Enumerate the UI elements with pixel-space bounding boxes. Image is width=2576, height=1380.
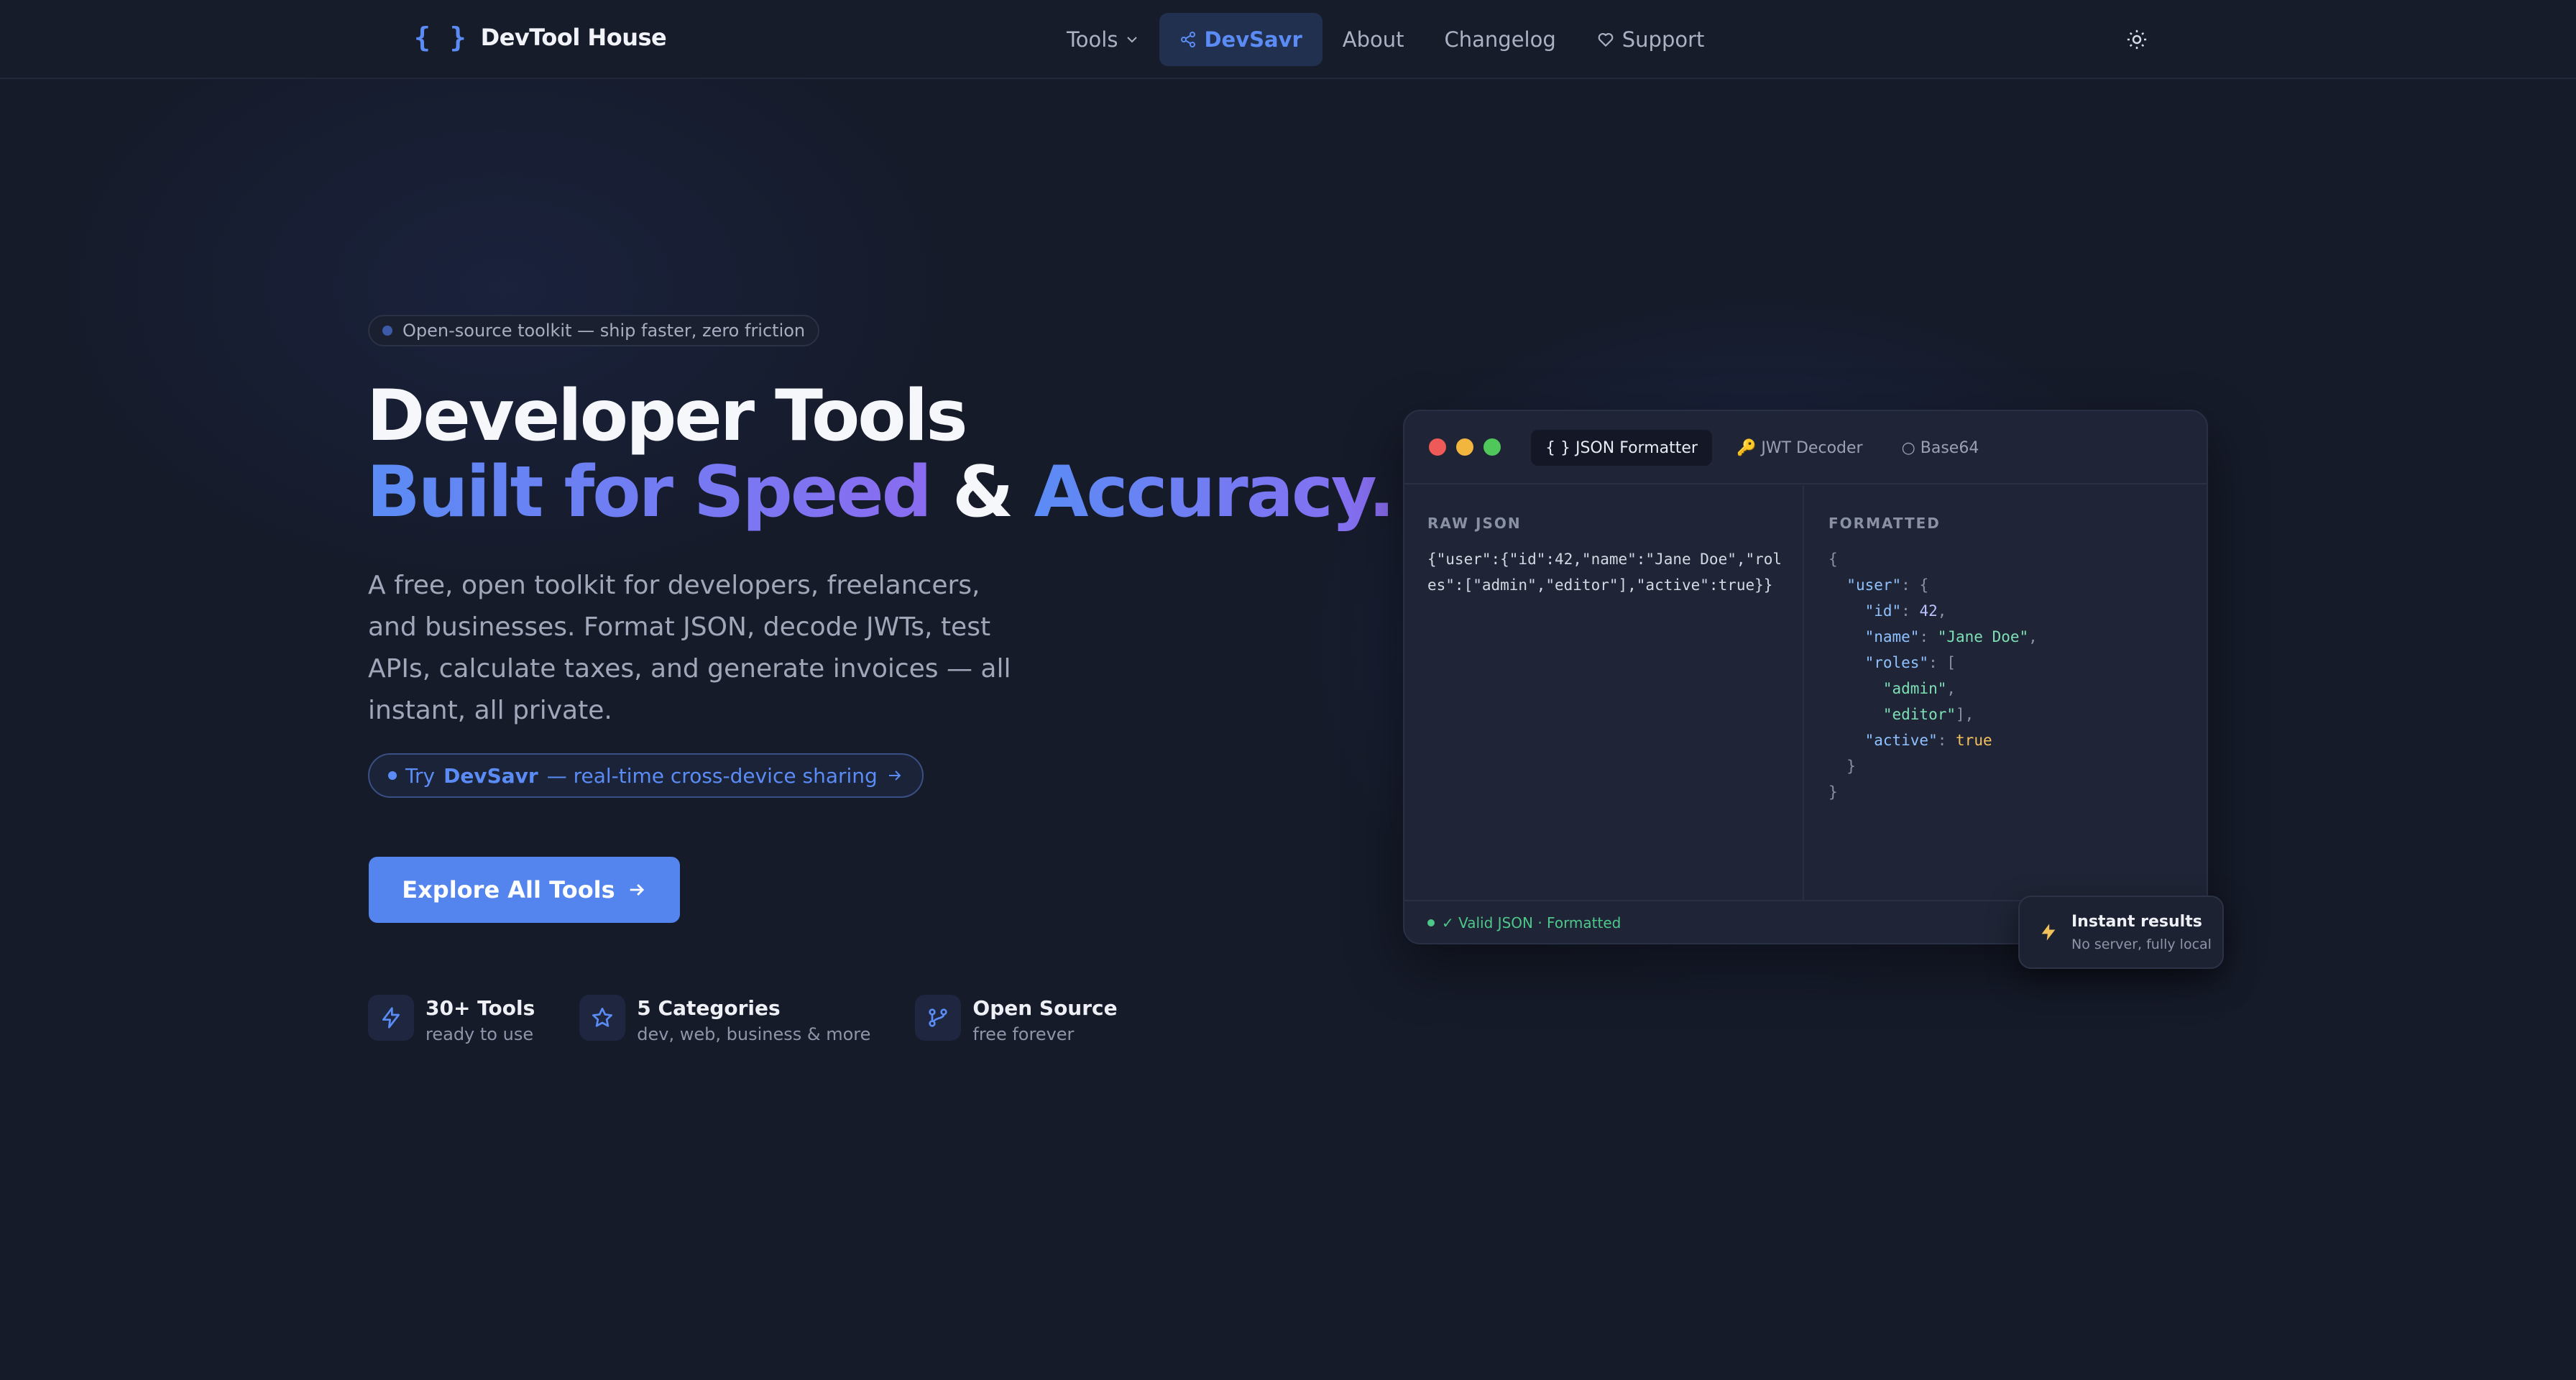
hero-title-line2: Built for Speed & Accuracy. xyxy=(367,457,1395,528)
window-maximize-dot xyxy=(1484,438,1501,456)
tab-base64[interactable]: ○ Base64 xyxy=(1887,430,1994,466)
explore-tools-button[interactable]: Explore All Tools xyxy=(369,857,680,923)
try-devsavr-link[interactable]: Try DevSavr — real-time cross-device sha… xyxy=(368,753,924,798)
theme-toggle-button[interactable] xyxy=(2122,24,2152,55)
git-branch-icon xyxy=(915,995,962,1041)
stat-categories: 5 Categories dev, web, business & more xyxy=(579,995,870,1044)
tab-json-formatter[interactable]: { } JSON Formatter xyxy=(1531,430,1712,466)
heart-icon xyxy=(1598,33,1614,47)
nav-devsavr-label: DevSavr xyxy=(1204,27,1302,52)
stat-tools-title: 30+ Tools xyxy=(426,996,535,1020)
raw-json-text: {"user":{"id":42,"name":"Jane Doe","role… xyxy=(1427,551,1782,594)
tab-jwt-decoder[interactable]: 🔑 JWT Decoder xyxy=(1722,430,1877,466)
braces-icon: { } xyxy=(414,22,468,53)
stat-categories-sub: dev, web, business & more xyxy=(637,1024,871,1044)
formatted-json-pane: FORMATTED { "user": { "id": 42, "name": … xyxy=(1806,486,2208,900)
brand-name: DevTool House xyxy=(480,24,667,51)
nav-support-link[interactable]: Support xyxy=(1576,13,1725,66)
nav-about-label: About xyxy=(1342,27,1404,52)
window-close-dot xyxy=(1429,438,1446,456)
chevron-down-icon xyxy=(1127,37,1138,43)
nav-devsavr-link[interactable]: DevSavr xyxy=(1159,13,1322,66)
json-editor-preview: { } JSON Formatter 🔑 JWT Decoder ○ Base6… xyxy=(1403,410,2208,944)
stat-open-source-title: Open Source xyxy=(972,996,1118,1020)
hero-title-amp: & xyxy=(952,451,1013,533)
raw-json-pane[interactable]: RAW JSON {"user":{"id":42,"name":"Jane D… xyxy=(1404,486,1804,900)
hero-badge: Open-source toolkit — ship faster, zero … xyxy=(368,315,820,346)
window-minimize-dot xyxy=(1456,438,1473,456)
stat-open-source-sub: free forever xyxy=(972,1024,1075,1044)
nav-changelog-label: Changelog xyxy=(1444,27,1556,52)
stat-open-source: Open Source free forever xyxy=(915,995,1118,1044)
status-text: ✓ Valid JSON · Formatted xyxy=(1442,914,1622,932)
stat-tools: 30+ Tools ready to use xyxy=(368,995,535,1044)
explore-tools-label: Explore All Tools xyxy=(402,876,615,903)
badge-dot xyxy=(382,326,392,336)
nav-about-link[interactable]: About xyxy=(1322,13,1425,66)
toast-sub: No server, fully local xyxy=(2071,936,2212,952)
stats-row: 30+ Tools ready to use 5 Categories dev,… xyxy=(368,995,1118,1044)
try-prefix: Try xyxy=(405,763,436,788)
lightning-icon xyxy=(368,995,414,1041)
nav-tools-dropdown[interactable]: Tools xyxy=(1046,13,1159,66)
sun-icon xyxy=(2127,29,2147,50)
editor-header: { } JSON Formatter 🔑 JWT Decoder ○ Base6… xyxy=(1404,411,2207,484)
editor-tabs: { } JSON Formatter 🔑 JWT Decoder ○ Base6… xyxy=(1531,430,1993,466)
toast-title: Instant results xyxy=(2071,912,2202,931)
hero-title-accuracy: Accuracy. xyxy=(1034,451,1395,533)
stat-tools-sub: ready to use xyxy=(426,1024,534,1044)
arrow-right-icon xyxy=(630,884,644,896)
formatted-json-label: FORMATTED xyxy=(1828,515,1941,532)
share-icon xyxy=(1181,32,1196,47)
brand-logo[interactable]: { } DevTool House xyxy=(414,22,667,53)
stat-categories-title: 5 Categories xyxy=(637,996,781,1020)
badge-text: Open-source toolkit — ship faster, zero … xyxy=(402,321,806,341)
hero-title-line1: Developer Tools xyxy=(367,375,968,457)
nav-changelog-link[interactable]: Changelog xyxy=(1425,13,1576,66)
status-dot xyxy=(1427,919,1435,926)
top-navbar: { } DevTool House Tools DevSavr About Ch… xyxy=(0,0,2576,79)
nav-tools-label: Tools xyxy=(1067,27,1118,52)
nav-support-label: Support xyxy=(1622,27,1705,52)
instant-results-toast: Instant results No server, fully local xyxy=(2018,896,2224,969)
try-suffix: — real-time cross-device sharing xyxy=(546,763,878,788)
arrow-right-icon xyxy=(888,770,901,781)
star-icon xyxy=(579,995,626,1041)
nav-links: Tools DevSavr About Changelog Support xyxy=(1046,13,1724,66)
formatted-json-code: { "user": { "id": 42, "name": "Jane Doe"… xyxy=(1828,551,2038,801)
raw-json-label: RAW JSON xyxy=(1427,515,1522,532)
hero-description: A free, open toolkit for developers, fre… xyxy=(368,571,1011,725)
hero-title-speed: Built for Speed xyxy=(367,451,932,533)
lightning-icon xyxy=(2041,924,2056,941)
try-brand: DevSavr xyxy=(443,763,538,788)
pill-dot xyxy=(388,771,397,780)
